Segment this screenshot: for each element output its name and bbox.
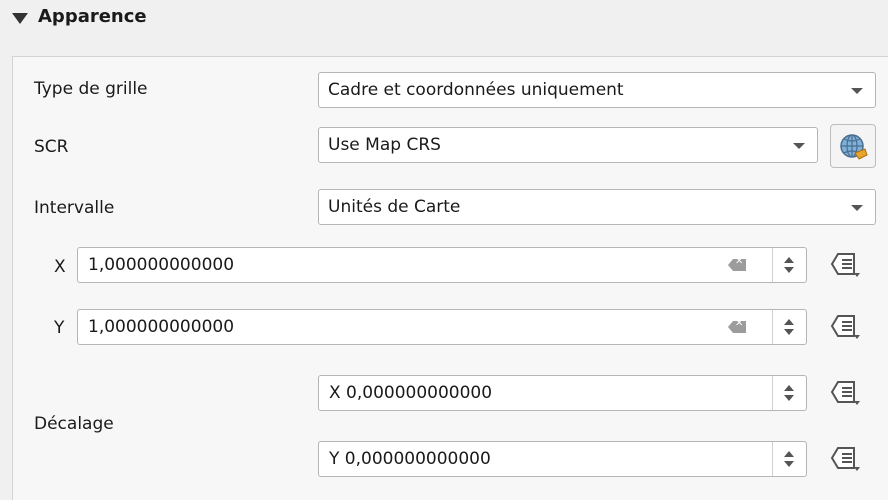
x-offset-data-defined-button[interactable] xyxy=(824,374,864,410)
y-interval-label: Y xyxy=(54,318,65,338)
globe-icon xyxy=(840,134,868,160)
crs-selector-button[interactable] xyxy=(830,124,876,168)
x-interval-label: X xyxy=(54,257,66,277)
spin-down-icon[interactable] xyxy=(784,329,794,335)
grid-type-value: Cadre et coordonnées uniquement xyxy=(328,80,624,100)
spin-up-icon[interactable] xyxy=(784,451,794,457)
spin-up-icon[interactable] xyxy=(784,257,794,263)
section-header-appearance[interactable]: Apparence xyxy=(0,0,888,40)
data-defined-override-icon xyxy=(830,381,860,405)
data-defined-override-icon xyxy=(830,253,860,277)
grid-type-label: Type de grille xyxy=(34,79,148,99)
chevron-down-icon xyxy=(851,205,863,211)
spin-down-icon[interactable] xyxy=(784,461,794,467)
spin-divider xyxy=(772,248,773,282)
spin-divider xyxy=(772,376,773,410)
x-offset-value: X 0,000000000000 xyxy=(329,383,493,403)
spin-divider xyxy=(772,310,773,344)
x-interval-value: 1,000000000000 xyxy=(88,255,235,275)
x-offset-spinbox[interactable]: X 0,000000000000 xyxy=(318,375,807,411)
crs-select[interactable]: Use Map CRS xyxy=(318,127,818,163)
spin-divider xyxy=(772,442,773,476)
y-offset-spinbox[interactable]: Y 0,000000000000 xyxy=(318,441,807,477)
y-offset-data-defined-button[interactable] xyxy=(824,440,864,476)
clear-icon[interactable] xyxy=(728,259,746,271)
spin-down-icon[interactable] xyxy=(784,395,794,401)
grid-type-select[interactable]: Cadre et coordonnées uniquement xyxy=(318,72,876,108)
section-title: Apparence xyxy=(38,6,147,27)
spin-up-icon[interactable] xyxy=(784,385,794,391)
y-offset-value: Y 0,000000000000 xyxy=(329,449,491,469)
interval-label: Intervalle xyxy=(34,198,115,218)
y-interval-value: 1,000000000000 xyxy=(88,317,235,337)
offset-label: Décalage xyxy=(34,414,114,434)
x-interval-spinbox[interactable]: 1,000000000000 xyxy=(77,247,807,283)
interval-units-select[interactable]: Unités de Carte xyxy=(318,189,876,225)
x-data-defined-button[interactable] xyxy=(824,246,864,282)
chevron-down-icon xyxy=(851,88,863,94)
clear-icon[interactable] xyxy=(728,321,746,333)
data-defined-override-icon xyxy=(830,315,860,339)
data-defined-override-icon xyxy=(830,447,860,471)
y-interval-spinbox[interactable]: 1,000000000000 xyxy=(77,309,807,345)
collapse-triangle-icon[interactable] xyxy=(12,13,28,24)
y-data-defined-button[interactable] xyxy=(824,308,864,344)
spin-down-icon[interactable] xyxy=(784,267,794,273)
interval-units-value: Unités de Carte xyxy=(328,197,461,217)
crs-value: Use Map CRS xyxy=(328,135,441,155)
crs-label: SCR xyxy=(34,137,69,157)
chevron-down-icon xyxy=(793,143,805,149)
spin-up-icon[interactable] xyxy=(784,319,794,325)
